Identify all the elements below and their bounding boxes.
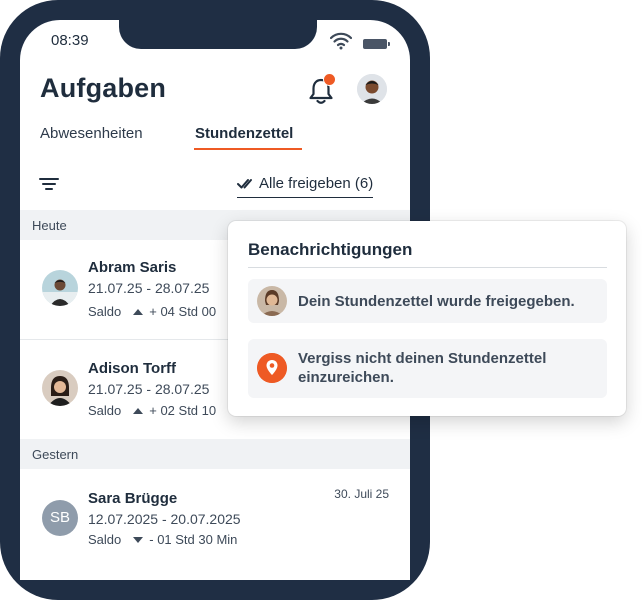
- user-avatar[interactable]: [357, 74, 387, 104]
- approve-all-button[interactable]: Alle freigeben (6): [237, 175, 374, 198]
- tab-stundenzettel[interactable]: Stundenzettel: [195, 125, 293, 142]
- section-label: Gestern: [32, 447, 79, 462]
- saldo-row: Saldo + 02 Std 10: [88, 403, 216, 418]
- employee-name: Adison Torff: [88, 360, 177, 377]
- user-avatar-image: [357, 74, 387, 104]
- saldo-row: Saldo + 04 Std 00: [88, 304, 216, 319]
- saldo-label: Saldo: [88, 304, 122, 319]
- timesheet-period: 21.07.25 - 28.07.25: [88, 280, 210, 296]
- notification-text-line: Vergiss nicht deinen Stundenzettel: [298, 350, 547, 367]
- timesheet-period: 12.07.2025 - 20.07.2025: [88, 511, 241, 527]
- saldo-row: Saldo - 01 Std 30 Min: [88, 532, 237, 547]
- popup-divider: [248, 267, 607, 268]
- notification-badge: [323, 73, 336, 86]
- active-tab-indicator: [194, 148, 302, 150]
- saldo-value: - 01 Std 30 Min: [149, 532, 238, 547]
- section-header-yesterday: Gestern: [20, 439, 410, 469]
- notification-text-line: einzureichen.: [298, 369, 394, 386]
- filter-icon[interactable]: [39, 177, 59, 191]
- section-label: Heute: [32, 218, 67, 233]
- notifications-popup: Benachrichtigungen Dein Stundenzettel wu…: [228, 221, 626, 416]
- decrease-arrow-icon: [133, 537, 144, 543]
- notifications-title: Benachrichtigungen: [248, 240, 413, 259]
- user-avatar: [257, 286, 287, 316]
- increase-arrow-icon: [133, 408, 144, 414]
- notification-text: Vergiss nicht deinen Stundenzettel einzu…: [298, 349, 546, 387]
- increase-arrow-icon: [133, 309, 144, 315]
- employee-name: Abram Saris: [88, 259, 177, 276]
- notification-text: Dein Stundenzettel wurde freigegeben.: [298, 293, 575, 310]
- saldo-value: + 04 Std 00: [149, 304, 217, 319]
- timesheet-period: 21.07.25 - 28.07.25: [88, 381, 210, 397]
- timesheet-timestamp: 30. Juli 25: [334, 487, 389, 501]
- saldo-value: + 02 Std 10: [149, 403, 217, 418]
- wifi-icon: [330, 32, 352, 50]
- notification-item[interactable]: Dein Stundenzettel wurde freigegeben.: [248, 279, 607, 323]
- status-time: 08:39: [51, 32, 89, 49]
- double-check-icon: [237, 179, 252, 189]
- approve-all-label: Alle freigeben (6): [259, 175, 374, 192]
- notification-item[interactable]: Vergiss nicht deinen Stundenzettel einzu…: [248, 339, 607, 398]
- battery-icon: [363, 39, 390, 49]
- reminder-pin-icon: [257, 353, 287, 383]
- tab-abwesenheiten[interactable]: Abwesenheiten: [40, 125, 143, 142]
- page-title: Aufgaben: [40, 73, 167, 103]
- employee-avatar: [42, 270, 78, 306]
- employee-name: Sara Brügge: [88, 490, 178, 507]
- saldo-label: Saldo: [88, 532, 122, 547]
- timesheet-item[interactable]: SB 30. Juli 25 Sara Brügge 12.07.2025 - …: [20, 469, 410, 580]
- employee-avatar-initials: SB: [42, 500, 78, 536]
- saldo-label: Saldo: [88, 403, 122, 418]
- phone-notch: [119, 20, 317, 49]
- employee-avatar: [42, 370, 78, 406]
